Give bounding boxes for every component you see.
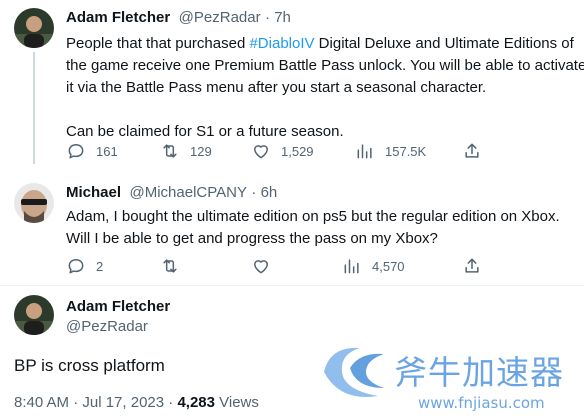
tweet-text-line: it via the Battle Pass menu after you st… (66, 79, 487, 96)
reply-button[interactable]: 2 (66, 255, 103, 277)
share-button[interactable] (462, 140, 492, 162)
tweet-text-line: Can be claimed for S1 or a future season… (66, 123, 344, 140)
reply-icon (68, 144, 84, 159)
views-label: Views (214, 394, 259, 411)
watermark-logo-icon (324, 347, 384, 397)
tweet-time[interactable]: 7h (274, 9, 291, 26)
thread-line (33, 52, 35, 164)
reply-icon (68, 259, 84, 274)
author-name[interactable]: Adam Fletcher (66, 9, 170, 26)
author-handle[interactable]: @PezRadar (179, 9, 261, 26)
divider (0, 285, 584, 286)
views-count: 4,570 (372, 258, 405, 274)
avatar[interactable] (14, 8, 54, 48)
views-icon (357, 144, 372, 159)
share-icon (465, 143, 479, 158)
like-button[interactable]: 1,529 (251, 140, 314, 162)
author-name[interactable]: Michael (66, 184, 121, 201)
author-handle[interactable]: @MichaelCPANY (129, 184, 246, 201)
separator-dot: · (265, 9, 275, 26)
views-button[interactable]: 4,570 (342, 255, 405, 277)
retweet-count: 129 (190, 143, 212, 159)
tweet-text-part: Digital Deluxe and Ultimate Editions of (314, 35, 574, 52)
author-name[interactable]: Adam Fletcher (66, 298, 170, 315)
watermark-url: www.fnjiasu.com (418, 394, 545, 412)
views-icon (344, 259, 359, 274)
avatar[interactable] (14, 183, 54, 223)
like-icon (254, 145, 268, 159)
like-icon (254, 260, 268, 274)
share-button[interactable] (462, 255, 492, 277)
timestamp-text: 8:40 AM · Jul 17, 2023 · (14, 394, 178, 411)
tweet-text: BP is cross platform (14, 356, 165, 375)
reply-button[interactable]: 161 (66, 140, 118, 162)
tweet-text: Adam, I bought the ultimate edition on p… (66, 206, 560, 250)
retweet-icon (163, 144, 177, 158)
watermark-brand: 斧牛加速器 (394, 353, 564, 392)
tweet-timestamp[interactable]: 8:40 AM · Jul 17, 2023 · 4,283 Views (14, 394, 259, 411)
share-icon (465, 258, 479, 273)
tweet-text-line: the game receive one Premium Battle Pass… (66, 57, 584, 74)
author-handle[interactable]: @PezRadar (66, 318, 148, 335)
like-button[interactable] (251, 255, 281, 277)
reply-count: 2 (96, 258, 104, 274)
retweet-icon (163, 259, 177, 273)
views-count: 4,283 (177, 394, 215, 411)
hashtag-link[interactable]: #DiabloIV (249, 35, 314, 52)
tweet-text-line: Will I be able to get and progress the p… (66, 230, 438, 247)
reply-count: 161 (96, 143, 118, 159)
tweet-text: People that that purchased #DiabloIV Dig… (66, 33, 584, 143)
like-count: 1,529 (281, 143, 314, 159)
tweet-text-line: Adam, I bought the ultimate edition on p… (66, 208, 560, 225)
retweet-button[interactable]: 129 (160, 140, 212, 162)
separator-dot: · (251, 184, 261, 201)
tweet-time[interactable]: 6h (261, 184, 278, 201)
retweet-button[interactable] (160, 255, 190, 277)
avatar[interactable] (14, 295, 54, 335)
watermark: 斧牛加速器 www.fnjiasu.com (320, 340, 584, 418)
views-count: 157.5K (385, 143, 427, 159)
tweet-text-part: People that that purchased (66, 35, 250, 52)
views-button[interactable]: 157.5K (355, 140, 426, 162)
